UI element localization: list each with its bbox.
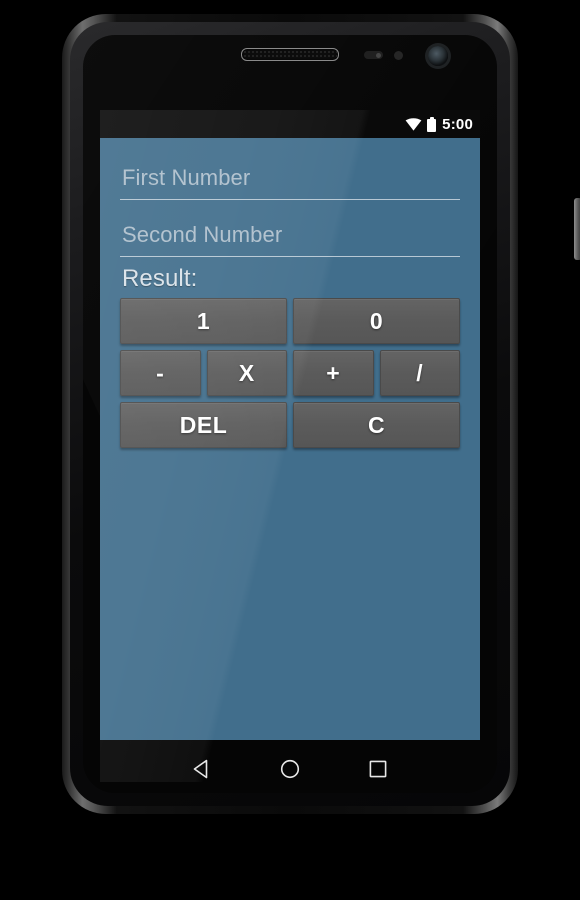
proximity-sensor-icon	[364, 51, 383, 59]
status-bar-clock: 5:00	[442, 115, 473, 133]
power-button[interactable]	[574, 198, 580, 260]
second-number-input[interactable]: Second Number	[120, 211, 460, 257]
screenshot-stage: 5:00 First Number Second Number Result: …	[0, 0, 580, 900]
button-divide[interactable]: /	[379, 350, 460, 397]
battery-body	[427, 118, 437, 132]
earpiece-mesh	[243, 50, 337, 59]
button-0[interactable]: 0	[293, 298, 460, 345]
phone-screen: 5:00 First Number Second Number Result: …	[100, 110, 480, 782]
calculator-app: First Number Second Number Result: 1 0 -…	[100, 154, 480, 740]
button-delete[interactable]: DEL	[120, 402, 287, 449]
recents-icon[interactable]	[365, 756, 391, 782]
back-icon[interactable]	[189, 756, 215, 782]
status-bar: 5:00	[100, 110, 480, 138]
button-plus[interactable]: +	[293, 350, 374, 397]
battery-icon	[427, 116, 437, 132]
action-row: DEL C	[120, 402, 460, 449]
result-label: Result:	[122, 265, 198, 292]
first-number-input[interactable]: First Number	[120, 154, 460, 200]
wifi-icon	[405, 117, 422, 131]
light-sensor-icon	[394, 51, 403, 60]
home-icon[interactable]	[277, 756, 303, 782]
button-minus[interactable]: -	[120, 350, 201, 397]
button-multiply[interactable]: X	[206, 350, 287, 397]
button-clear[interactable]: C	[293, 402, 460, 449]
button-1[interactable]: 1	[120, 298, 287, 345]
digit-row: 1 0	[120, 298, 460, 345]
earpiece-speaker-icon	[241, 48, 339, 61]
front-camera-icon	[428, 46, 448, 66]
android-navigation-bar	[100, 740, 480, 782]
operator-row: - X + /	[120, 350, 460, 397]
